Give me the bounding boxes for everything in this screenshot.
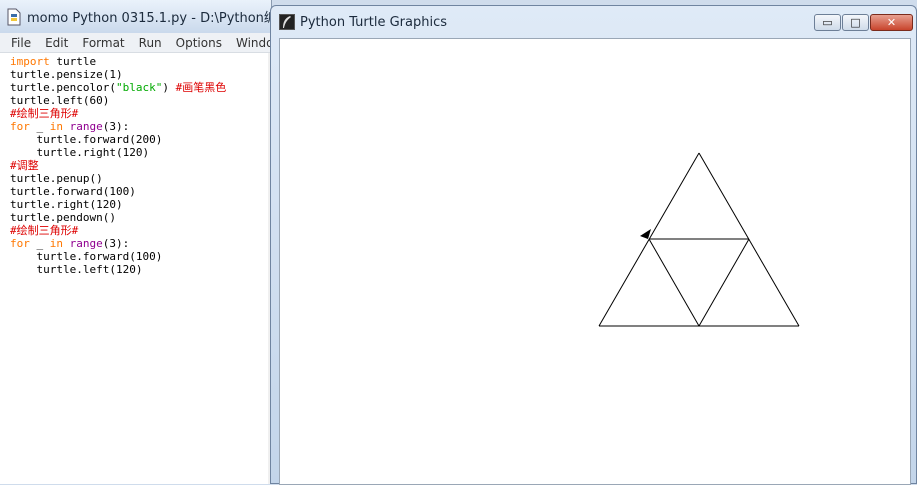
code-editor[interactable]: import turtle turtle.pensize(1) turtle.pen… [0,53,268,484]
turtle-graphics-window: Python Turtle Graphics ▭ □ ✕ [270,5,917,485]
code-line: #绘制三角形# [10,107,268,120]
code-line: turtle.forward(100) [10,250,268,263]
code-token: #画笔黑色 [175,81,227,94]
maximize-button[interactable]: □ [842,14,869,31]
inner-triangle-left-edge [648,238,700,327]
feather-icon [279,14,295,30]
code-line: turtle.forward(100) [10,185,268,198]
code-line: turtle.forward(200) [10,133,268,146]
code-token: for [10,120,30,133]
turtle-canvas[interactable] [279,38,911,485]
turtle-cursor-icon [640,229,651,239]
menu-format[interactable]: Format [75,36,131,50]
maximize-icon: □ [850,16,861,29]
menu-window[interactable]: Window [229,36,271,50]
editor-menubar: File Edit Format Run Options Window [0,33,271,53]
code-token: import [10,55,50,68]
turtle-title: Python Turtle Graphics [300,14,447,30]
code-token: for [10,237,30,250]
code-token: #绘制三角形# [10,107,79,120]
inner-triangle-right-edge [698,238,750,327]
code-token: turtle.left(120) [10,263,143,276]
code-token: "black" [115,81,163,94]
close-icon: ✕ [886,16,897,29]
minimize-button[interactable]: ▭ [814,14,841,31]
code-token: turtle.pendown() [10,211,116,224]
code-token: ) [162,81,176,94]
menu-edit[interactable]: Edit [38,36,75,50]
code-token: _ [29,120,50,133]
drawing-surface [598,152,800,327]
code-line: #绘制三角形# [10,224,268,237]
menu-file[interactable]: File [4,36,38,50]
code-token: (3): [102,120,130,133]
code-line: turtle.right(120) [10,198,268,211]
code-line: turtle.pencolor("black") #画笔黑色 [10,81,268,94]
code-token: range [69,120,103,133]
code-token: turtle [49,55,97,68]
code-line: turtle.right(120) [10,146,268,159]
editor-window: momo Python 0315.1.py - D:\Python编程用 Fil… [0,0,272,484]
code-line: turtle.left(60) [10,94,268,107]
code-line: turtle.penup() [10,172,268,185]
code-token: turtle.right(120) [10,198,123,211]
menu-options[interactable]: Options [169,36,229,50]
minimize-icon: ▭ [822,16,833,29]
editor-titlebar[interactable]: momo Python 0315.1.py - D:\Python编程用 [0,0,271,33]
code-token: in [49,120,63,133]
code-token: turtle.left(60) [10,94,110,107]
code-token: turtle.forward(200) [10,133,163,146]
code-token: #调整 [10,159,39,172]
code-token: turtle.right(120) [10,146,150,159]
code-line: turtle.pendown() [10,211,268,224]
code-line: #调整 [10,159,268,172]
window-controls: ▭ □ ✕ [813,14,913,31]
code-token: turtle.pensize(1) [10,68,123,81]
code-token: turtle.penup() [10,172,103,185]
python-file-icon [7,8,21,25]
code-token: range [69,237,103,250]
code-token: (3): [102,237,130,250]
code-token: in [49,237,63,250]
code-line: for _ in range(3): [10,237,268,250]
code-line: turtle.left(120) [10,263,268,276]
code-token: turtle.forward(100) [10,185,136,198]
code-line: import turtle [10,55,268,68]
menu-run[interactable]: Run [132,36,169,50]
code-token: turtle.pencolor( [10,81,116,94]
editor-title: momo Python 0315.1.py - D:\Python编程用 [27,11,271,26]
code-token: turtle.forward(100) [10,250,163,263]
code-line: turtle.pensize(1) [10,68,268,81]
code-line: for _ in range(3): [10,120,268,133]
code-token: _ [29,237,50,250]
code-token: #绘制三角形# [10,224,79,237]
close-button[interactable]: ✕ [870,14,913,31]
